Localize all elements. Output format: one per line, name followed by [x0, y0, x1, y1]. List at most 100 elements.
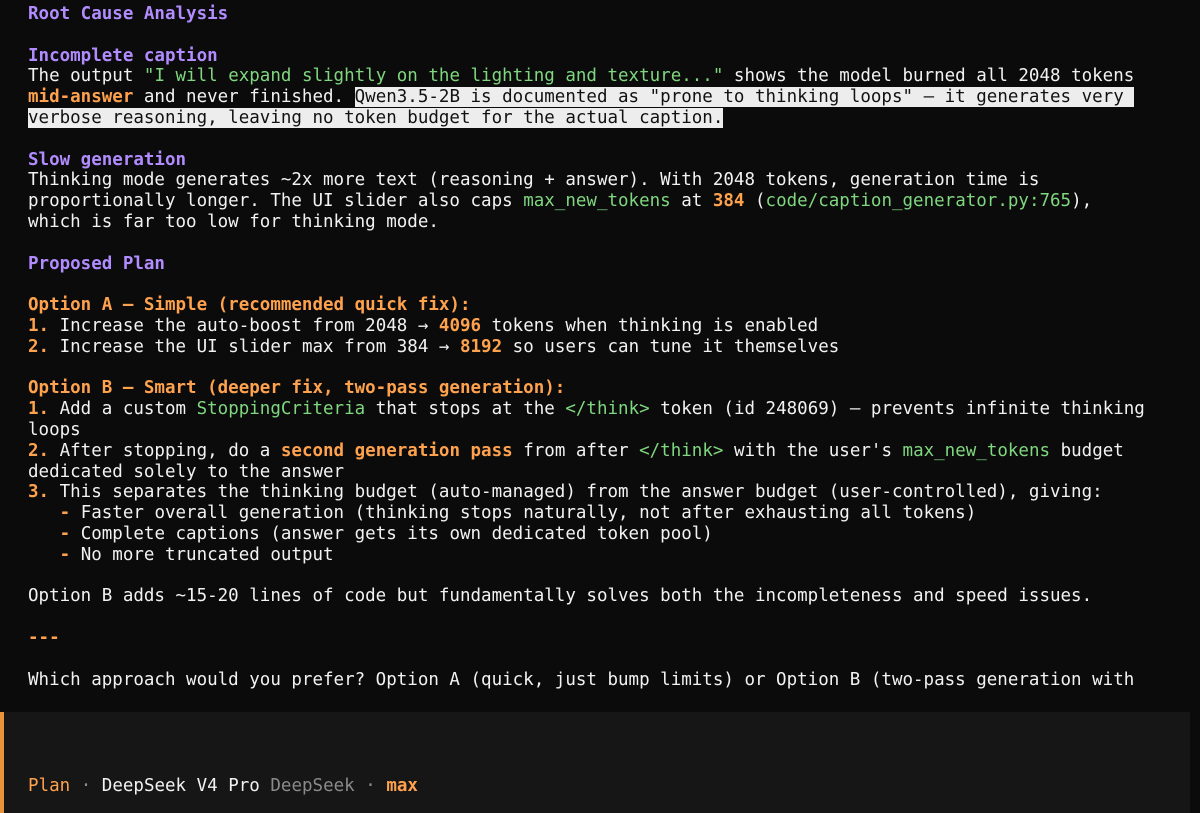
transcript-line: - No more truncated output — [28, 545, 1196, 566]
inline-code: StoppingCriteria — [196, 399, 366, 420]
section-heading: Proposed Plan — [28, 253, 165, 274]
transcript-line: Thinking mode generates ~2x more text (r… — [28, 170, 1196, 191]
inline-code: max_new_tokens — [523, 191, 671, 212]
status-separator: · — [80, 776, 92, 796]
text-segment: No more truncated output — [70, 544, 334, 565]
text-segment: ), — [1071, 191, 1093, 212]
text-segment: Add a custom — [49, 399, 197, 420]
transcript-line: Root Cause Analysis — [28, 4, 1196, 25]
inline-code: max_new_tokens — [902, 440, 1051, 461]
text-segment: loops — [28, 419, 81, 440]
transcript-line: 3. This separates the thinking budget (a… — [28, 482, 1196, 503]
text-segment: After stopping, do a — [49, 440, 281, 461]
text-segment: Increase the UI slider max from 384 → — [49, 336, 460, 357]
emphasis-text: 2. — [28, 336, 50, 357]
text-segment: so users can tune it themselves — [502, 336, 840, 357]
emphasis-text: Option B – Smart (deeper fix, two-pass g… — [28, 378, 566, 399]
emphasis-text: mid-answer — [28, 87, 134, 108]
text-segment: that stops at the — [365, 399, 566, 420]
text-segment: The output — [28, 66, 144, 87]
transcript-line: dedicated solely to the answer — [28, 462, 1196, 483]
transcript-line — [28, 25, 1196, 46]
status-separator: · — [365, 776, 376, 796]
transcript-line: 1. Increase the auto-boost from 2048 → 4… — [28, 316, 1196, 337]
transcript-line: Incomplete caption — [28, 46, 1196, 67]
emphasis-text: 8192 — [459, 336, 503, 357]
transcript-line — [28, 649, 1196, 670]
inline-code: </think> — [565, 399, 650, 420]
emphasis-text: 1. — [28, 315, 50, 336]
emphasis-text: - — [59, 523, 71, 544]
text-segment: shows the model burned all 2048 tokens — [723, 66, 1135, 87]
text-segment: tokens when thinking is enabled — [481, 315, 819, 336]
transcript-line: loops — [28, 420, 1196, 441]
input-accent-border — [0, 712, 4, 813]
transcript-line: - Faster overall generation (thinking st… — [28, 503, 1196, 524]
text-segment: from after — [512, 440, 640, 461]
text-segment: Faster overall generation (thinking stop… — [70, 503, 977, 524]
text-segment: Thinking mode generates ~2x more text (r… — [28, 170, 1040, 191]
transcript-line: mid-answer and never finished. Qwen3.5-2… — [28, 87, 1196, 108]
section-heading: Root Cause Analysis — [28, 4, 229, 24]
section-heading: Incomplete caption — [28, 45, 218, 66]
text-segment: Which approach would you prefer? Option … — [28, 669, 1135, 690]
emphasis-text: 384 — [712, 191, 745, 212]
transcript-line: Proposed Plan — [28, 254, 1196, 275]
emphasis-text: - — [59, 503, 71, 524]
text-segment: Increase the auto-boost from 2048 → — [49, 315, 439, 336]
emphasis-text: 2. — [28, 440, 50, 461]
transcript-line — [28, 607, 1196, 628]
transcript-line — [28, 233, 1196, 254]
emphasis-text: --- — [28, 627, 60, 648]
text-segment: This separates the thinking budget (auto… — [49, 482, 1103, 503]
provider-name: DeepSeek — [270, 776, 355, 796]
transcript-line — [28, 358, 1196, 379]
transcript-line — [28, 566, 1196, 587]
text-segment: and never finished. — [133, 87, 355, 108]
emphasis-text: - — [59, 544, 71, 565]
transcript-line: The output "I will expand slightly on th… — [28, 66, 1196, 87]
selected-text: Qwen3.5-2B is documented as "prone to th… — [354, 87, 1135, 108]
model-name[interactable]: DeepSeek V4 Pro — [102, 776, 260, 796]
transcript-line: 2. After stopping, do a second generatio… — [28, 441, 1196, 462]
text-segment: proportionally longer. The UI slider als… — [28, 191, 524, 212]
transcript-line: Option B – Smart (deeper fix, two-pass g… — [28, 378, 1196, 399]
assistant-response-transcript: Root Cause Analysis Incomplete caption Th… — [28, 4, 1196, 704]
text-segment: with the user's — [723, 440, 903, 461]
transcript-line: - Complete captions (answer gets its own… — [28, 524, 1196, 545]
transcript-line: proportionally longer. The UI slider als… — [28, 191, 1196, 212]
text-segment: at — [670, 191, 713, 212]
transcript-line: Which approach would you prefer? Option … — [28, 670, 1196, 691]
emphasis-text: 4096 — [438, 315, 482, 336]
text-segment: budget — [1050, 440, 1124, 461]
emphasis-text: second generation pass — [280, 440, 513, 461]
text-segment: token (id 248069) – prevents infinite th… — [649, 399, 1145, 420]
emphasis-text: 3. — [28, 482, 50, 503]
transcript-line: Option A – Simple (recommended quick fix… — [28, 295, 1196, 316]
transcript-line: 2. Increase the UI slider max from 384 →… — [28, 337, 1196, 358]
inline-code: </think> — [639, 440, 724, 461]
transcript-line — [28, 129, 1196, 150]
prompt-input-area[interactable]: Plan · DeepSeek V4 Pro DeepSeek · max — [0, 712, 1190, 813]
transcript-line: Option B adds ~15-20 lines of code but f… — [28, 586, 1196, 607]
transcript-line: verbose reasoning, leaving no token budg… — [28, 107, 1196, 129]
transcript-line: Slow generation — [28, 150, 1196, 171]
section-heading: Slow generation — [28, 149, 187, 170]
text-segment: Option B adds ~15-20 lines of code but f… — [28, 586, 1093, 607]
status-bar: Plan · DeepSeek V4 Pro DeepSeek · max — [28, 774, 418, 798]
mode-label[interactable]: Plan — [28, 776, 70, 796]
effort-level[interactable]: max — [386, 776, 418, 796]
transcript-line: --- — [28, 628, 1196, 649]
text-segment — [28, 545, 60, 565]
text-segment: Complete captions (answer gets its own d… — [70, 523, 713, 544]
emphasis-text: Option A – Simple (recommended quick fix… — [28, 295, 471, 316]
transcript-line: 1. Add a custom StoppingCriteria that st… — [28, 399, 1196, 420]
inline-code: code/caption_generator.py:765 — [765, 191, 1072, 212]
text-segment: which is far too low for thinking mode. — [28, 211, 439, 232]
text-segment — [28, 524, 60, 544]
transcript-line — [28, 274, 1196, 295]
text-segment: ( — [744, 191, 766, 212]
transcript-line: which is far too low for thinking mode. — [28, 212, 1196, 233]
text-segment: dedicated solely to the answer — [28, 461, 345, 482]
emphasis-text: 1. — [28, 399, 50, 420]
